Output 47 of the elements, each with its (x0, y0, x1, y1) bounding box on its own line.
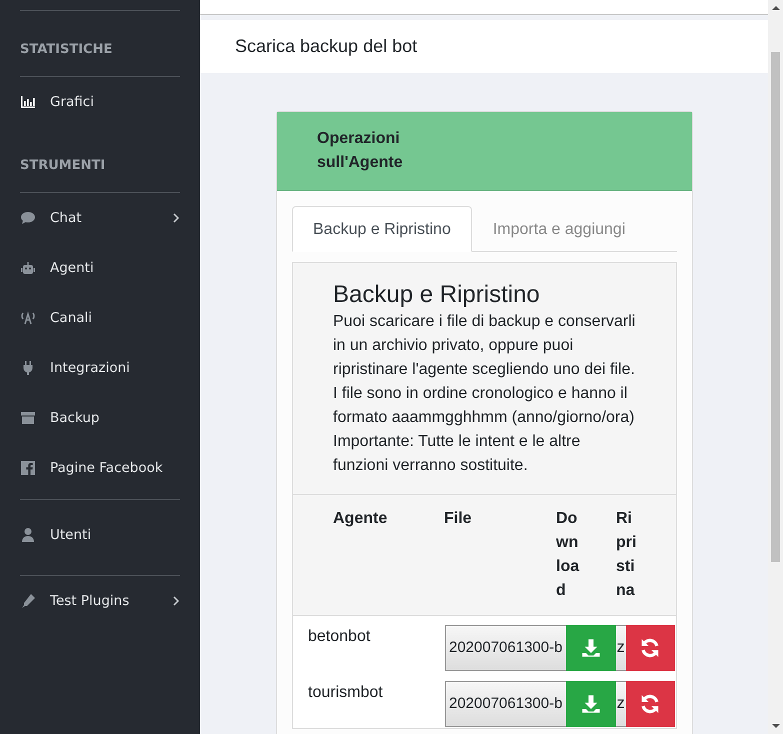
sidebar-item[interactable]: Utenti (20, 510, 180, 560)
card-title: Operazioni sull'Agente (317, 129, 404, 173)
sidebar-item[interactable]: Pagine Facebook (20, 443, 180, 493)
tab[interactable]: Backup e Ripristino (292, 206, 472, 252)
download-button[interactable] (566, 681, 616, 727)
antenna-icon (20, 310, 36, 326)
sidebar-item[interactable]: Canali (20, 293, 180, 343)
file-select[interactable]: z (616, 625, 626, 671)
file-select[interactable]: 202007061300-b (445, 681, 566, 727)
download-icon (581, 694, 602, 714)
column-header: File (444, 495, 556, 616)
agent-name: betonbot (293, 616, 444, 672)
restore-button[interactable] (626, 681, 675, 727)
sidebar-heading: STRUMENTI (20, 157, 106, 175)
refresh-icon (639, 693, 662, 715)
scroll-up-icon[interactable] (770, 3, 780, 13)
file-select[interactable]: 202007061300-b (445, 625, 566, 671)
refresh-icon (639, 637, 662, 659)
column-header: Ripristina (616, 495, 676, 616)
download-button[interactable] (566, 625, 616, 671)
column-header: Agente (293, 495, 444, 616)
column-header: Download (556, 495, 616, 616)
file-select[interactable]: z (616, 681, 626, 727)
sidebar-item[interactable]: Test Plugins (20, 576, 180, 626)
chevron-right-icon (172, 595, 180, 607)
pen-icon (20, 593, 36, 609)
scrollbar[interactable] (768, 0, 783, 734)
page-title: Scarica backup del bot (235, 36, 418, 57)
chat-icon (20, 210, 36, 226)
sidebar-item[interactable]: Backup (20, 393, 180, 443)
robot-icon (20, 260, 36, 276)
download-icon (581, 638, 602, 658)
user-icon (20, 527, 36, 543)
panel-title: Backup e Ripristino (333, 280, 541, 310)
sidebar-heading: STATISTICHE (20, 41, 114, 59)
sidebar-item[interactable]: Grafici (20, 77, 180, 127)
sidebar-item[interactable]: Integrazioni (20, 343, 180, 393)
scroll-down-icon[interactable] (770, 721, 780, 731)
facebook-icon (20, 460, 36, 476)
panel-description: Puoi scaricare i file di backup e conservarli in un archivio privato, oppure puoi ripristinare l'agente scegliendo uno dei file. I file sono in ordine cronologico e hanno il formato aaammgghhmm (anno/giorno/ora) Importante: Tutte le intent e le altre funzioni verranno sostituite. (333, 312, 636, 476)
chevron-right-icon (172, 212, 180, 224)
archive-icon (20, 410, 36, 426)
restore-button[interactable] (626, 625, 675, 671)
sidebar-item[interactable]: Agenti (20, 243, 180, 293)
chart-icon (20, 94, 36, 110)
agent-name: tourismbot (307, 683, 384, 703)
sidebar-item[interactable]: Chat (20, 193, 180, 243)
